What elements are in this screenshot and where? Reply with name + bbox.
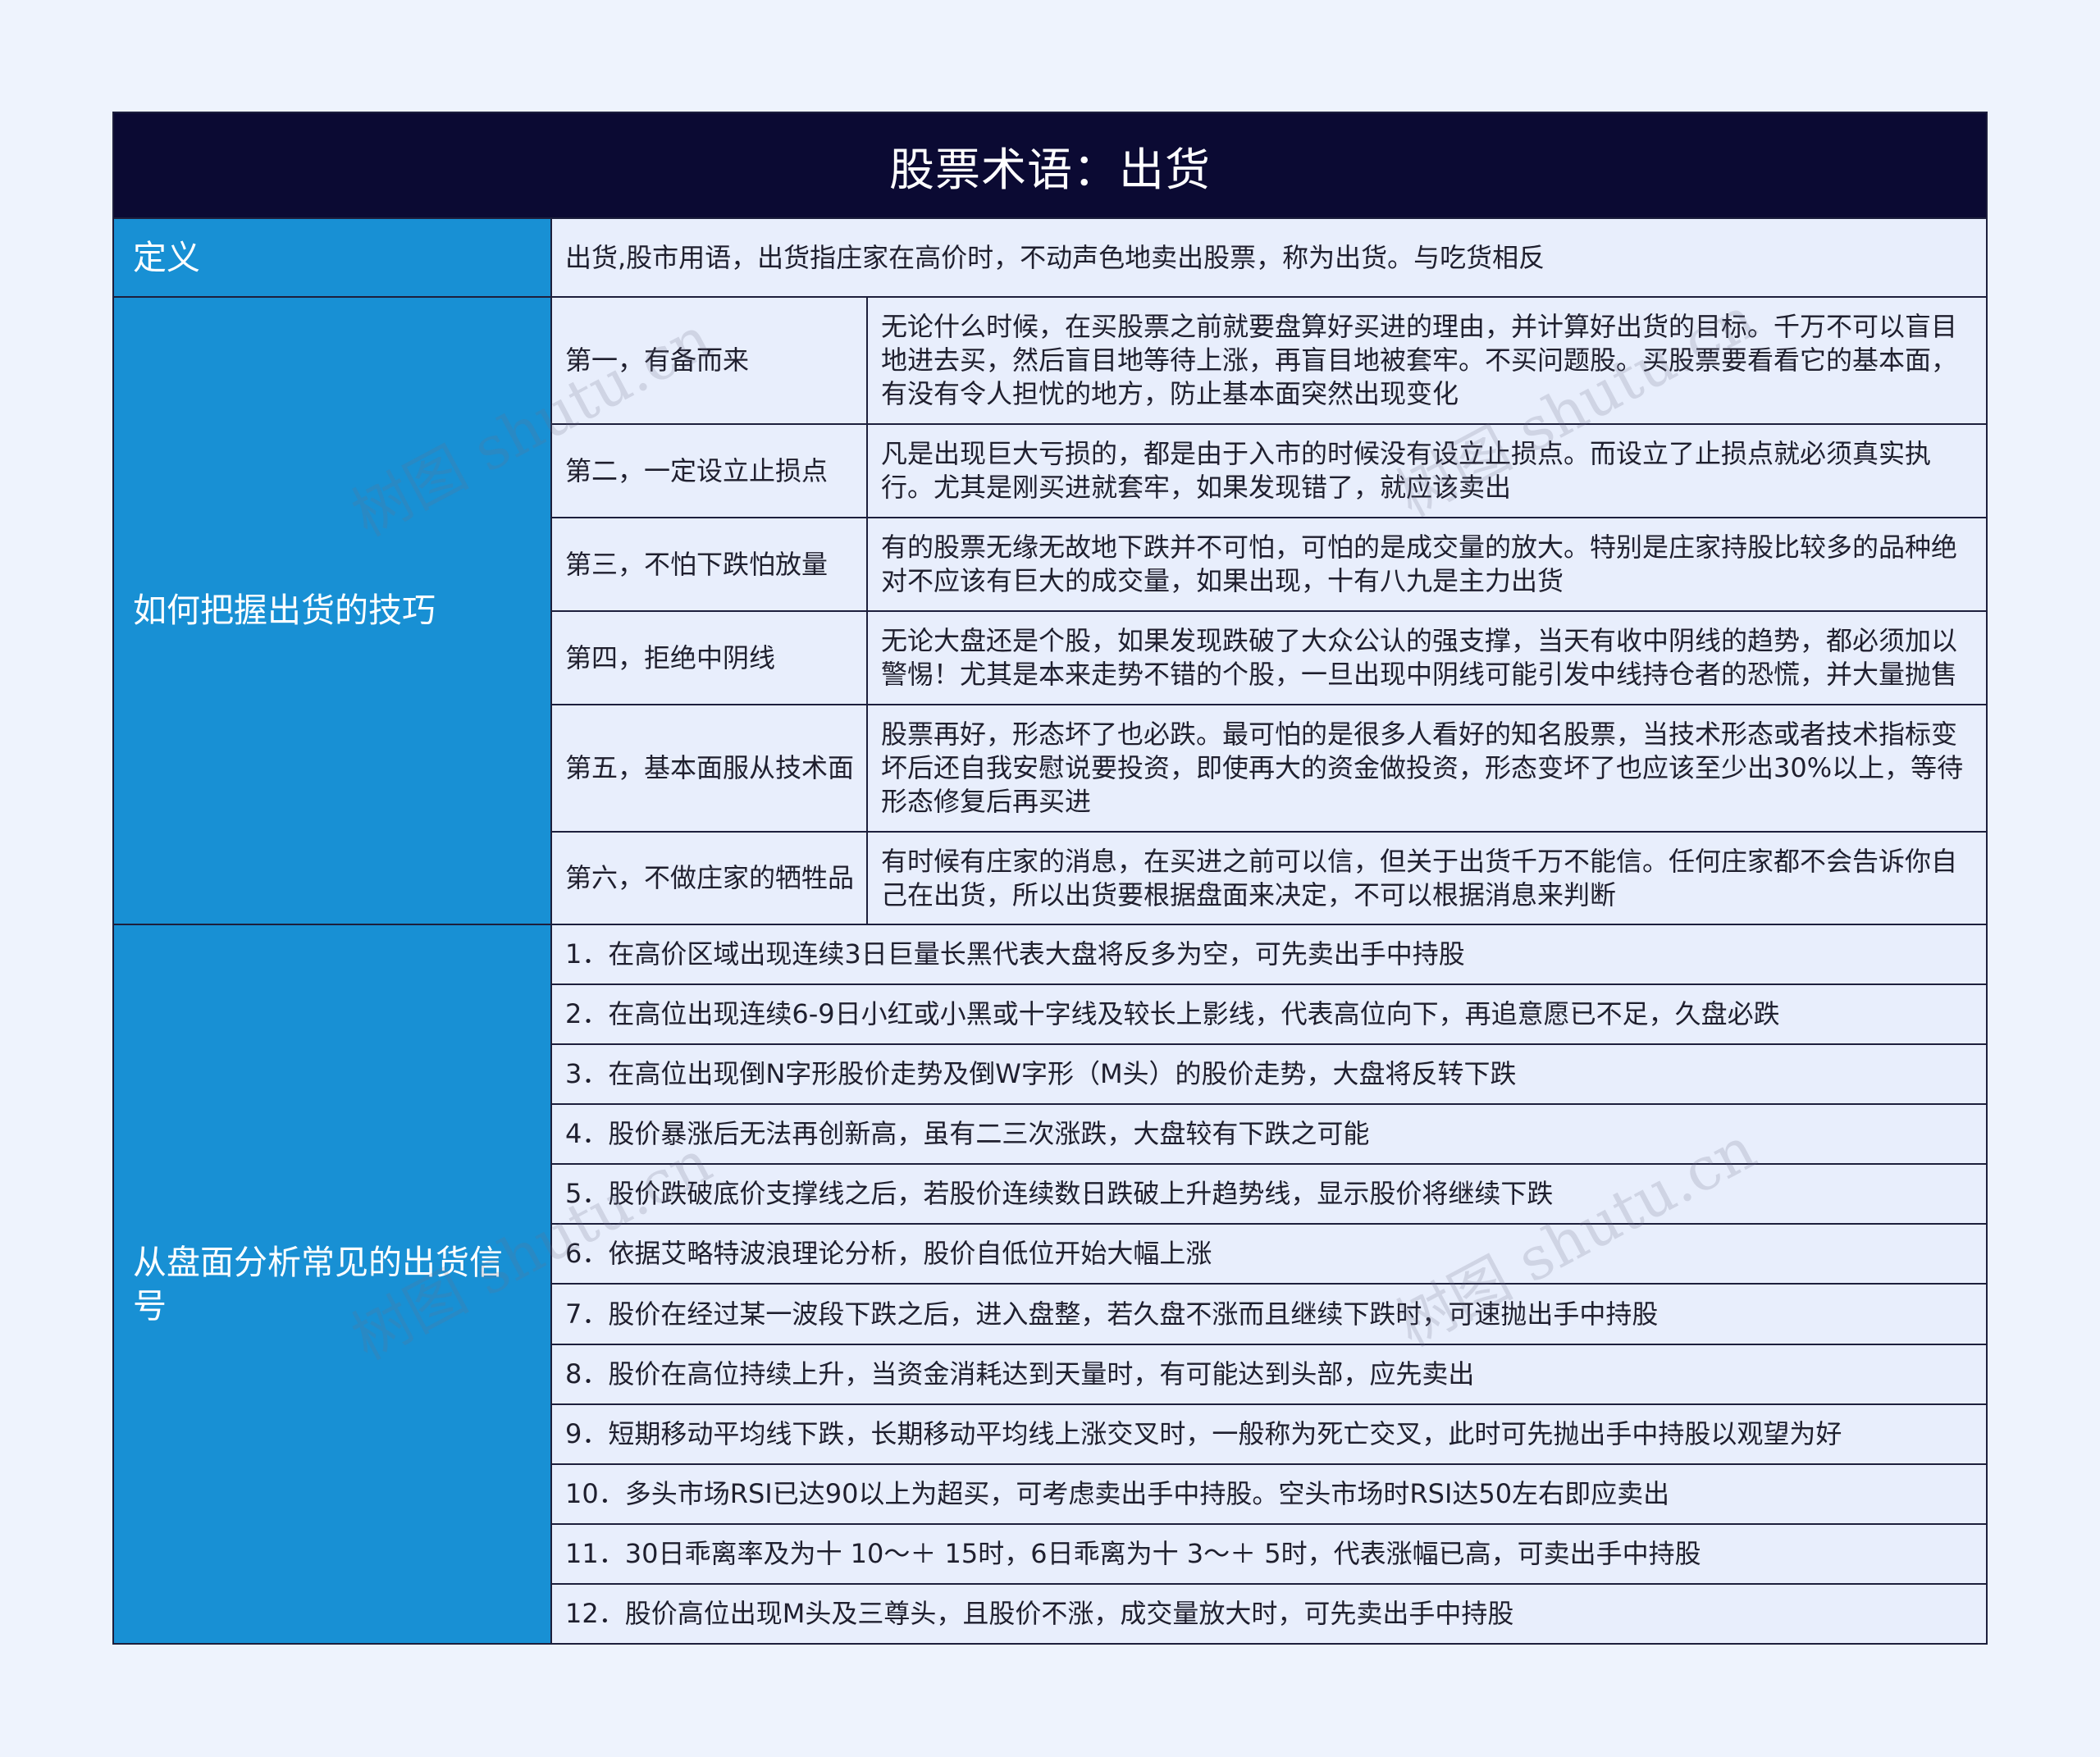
tip-title: 第二，一定设立止损点: [552, 425, 866, 517]
tips-list: 第一，有备而来 无论什么时候，在买股票之前就要盘算好买进的理由，并计算好出货的目…: [552, 298, 1986, 924]
tip-row: 第四，拒绝中阴线 无论大盘还是个股，如果发现跌破了大众公认的强支撑，当天有收中阴…: [552, 612, 1986, 704]
signal-row: 5．股价跌破底价支撑线之后，若股价连续数日跌破上升趋势线，显示股价将继续下跌: [552, 1165, 1986, 1224]
definition-text: 出货,股市用语，出货指庄家在高价时，不动声色地卖出股票，称为出货。与吃货相反: [552, 219, 1986, 296]
signal-row: 10．多头市场RSI已达90以上为超买，可考虑卖出手中持股。空头市场时RSI达5…: [552, 1464, 1986, 1523]
tip-title: 第四，拒绝中阴线: [552, 612, 866, 704]
tip-row: 第五，基本面服从技术面 股票再好，形态坏了也必跌。最可怕的是很多人看好的知名股票…: [552, 705, 1986, 831]
signal-row: 9．短期移动平均线下跌，长期移动平均线上涨交叉时，一般称为死亡交叉，此时可先抛出…: [552, 1404, 1986, 1463]
signal-text: 3．在高位出现倒N字形股价走势及倒W字形（M头）的股价走势，大盘将反转下跌: [552, 1045, 1986, 1104]
tip-text: 有的股票无缘无故地下跌并不可怕，可怕的是成交量的放大。特别是庄家持股比较多的品种…: [868, 518, 1986, 610]
tip-row: 第三，不怕下跌怕放量 有的股票无缘无故地下跌并不可怕，可怕的是成交量的放大。特别…: [552, 518, 1986, 610]
tip-title: 第五，基本面服从技术面: [552, 705, 866, 831]
tip-row: 第六，不做庄家的牺牲品 有时候有庄家的消息，在买进之前可以信，但关于出货千万不能…: [552, 833, 1986, 924]
tip-row: 第二，一定设立止损点 凡是出现巨大亏损的，都是由于入市的时候没有设立止损点。而设…: [552, 425, 1986, 517]
signal-row: 1．在高价区域出现连续3日巨量长黑代表大盘将反多为空，可先卖出手中持股: [552, 925, 1986, 984]
signal-text: 4．股价暴涨后无法再创新高，虽有二三次涨跌，大盘较有下跌之可能: [552, 1105, 1986, 1164]
signal-text: 12．股价高位出现M头及三尊头，且股价不涨，成交量放大时，可先卖出手中持股: [552, 1584, 1986, 1643]
signal-text: 9．短期移动平均线下跌，长期移动平均线上涨交叉时，一般称为死亡交叉，此时可先抛出…: [552, 1404, 1986, 1463]
signal-text: 10．多头市场RSI已达90以上为超买，可考虑卖出手中持股。空头市场时RSI达5…: [552, 1464, 1986, 1523]
tip-text: 无论什么时候，在买股票之前就要盘算好买进的理由，并计算好出货的目标。千万不可以盲…: [868, 298, 1986, 423]
signal-row: 6．依据艾略特波浪理论分析，股价自低位开始大幅上涨: [552, 1225, 1986, 1284]
tip-text: 无论大盘还是个股，如果发现跌破了大众公认的强支撑，当天有收中阴线的趋势，都必须加…: [868, 612, 1986, 704]
definition-row: 定义 出货,股市用语，出货指庄家在高价时，不动声色地卖出股票，称为出货。与吃货相…: [114, 219, 1986, 296]
signal-text: 6．依据艾略特波浪理论分析，股价自低位开始大幅上涨: [552, 1225, 1986, 1284]
signal-row: 7．股价在经过某一波段下跌之后，进入盘整，若久盘不涨而且继续下跌时，可速抛出手中…: [552, 1285, 1986, 1344]
signals-label: 从盘面分析常见的出货信号: [114, 925, 550, 1643]
signal-row: 12．股价高位出现M头及三尊头，且股价不涨，成交量放大时，可先卖出手中持股: [552, 1584, 1986, 1643]
signal-text: 7．股价在经过某一波段下跌之后，进入盘整，若久盘不涨而且继续下跌时，可速抛出手中…: [552, 1285, 1986, 1344]
signal-row: 11．30日乖离率及为十 10～＋ 15时，6日乖离为十 3～＋ 5时，代表涨幅…: [552, 1524, 1986, 1583]
signal-text: 8．股价在高位持续上升，当资金消耗达到天量时，有可能达到头部，应先卖出: [552, 1344, 1986, 1403]
page-title: 股票术语：出货: [888, 143, 1211, 196]
signal-text: 2．在高位出现连续6-9日小红或小黑或十字线及较长上影线，代表高位向下，再追意愿…: [552, 985, 1986, 1044]
signal-row: 8．股价在高位持续上升，当资金消耗达到天量时，有可能达到头部，应先卖出: [552, 1344, 1986, 1403]
page: 股票术语：出货 定义 出货,股市用语，出货指庄家在高价时，不动声色地卖出股票，称…: [0, 0, 2100, 1757]
signal-text: 1．在高价区域出现连续3日巨量长黑代表大盘将反多为空，可先卖出手中持股: [552, 925, 1986, 984]
signals-list: 1．在高价区域出现连续3日巨量长黑代表大盘将反多为空，可先卖出手中持股 2．在高…: [552, 925, 1986, 1643]
tips-row: 如何把握出货的技巧 第一，有备而来 无论什么时候，在买股票之前就要盘算好买进的理…: [114, 298, 1986, 924]
signal-row: 3．在高位出现倒N字形股价走势及倒W字形（M头）的股价走势，大盘将反转下跌: [552, 1045, 1986, 1104]
tip-text: 有时候有庄家的消息，在买进之前可以信，但关于出货千万不能信。任何庄家都不会告诉你…: [868, 833, 1986, 924]
tip-title: 第六，不做庄家的牺牲品: [552, 833, 866, 924]
tip-text: 股票再好，形态坏了也必跌。最可怕的是很多人看好的知名股票，当技术形态或者技术指标…: [868, 705, 1986, 831]
terms-table: 股票术语：出货 定义 出货,股市用语，出货指庄家在高价时，不动声色地卖出股票，称…: [112, 112, 1988, 1645]
tip-text: 凡是出现巨大亏损的，都是由于入市的时候没有设立止损点。而设立了止损点就必须真实执…: [868, 425, 1986, 517]
signals-row: 从盘面分析常见的出货信号 1．在高价区域出现连续3日巨量长黑代表大盘将反多为空，…: [114, 925, 1986, 1643]
title-bar: 股票术语：出货: [114, 113, 1986, 217]
signal-text: 11．30日乖离率及为十 10～＋ 15时，6日乖离为十 3～＋ 5时，代表涨幅…: [552, 1524, 1986, 1583]
signal-row: 2．在高位出现连续6-9日小红或小黑或十字线及较长上影线，代表高位向下，再追意愿…: [552, 985, 1986, 1044]
signal-text: 5．股价跌破底价支撑线之后，若股价连续数日跌破上升趋势线，显示股价将继续下跌: [552, 1165, 1986, 1224]
definition-label: 定义: [114, 219, 550, 296]
tips-label: 如何把握出货的技巧: [114, 298, 550, 924]
tip-title: 第三，不怕下跌怕放量: [552, 518, 866, 610]
tip-title: 第一，有备而来: [552, 298, 866, 423]
tip-row: 第一，有备而来 无论什么时候，在买股票之前就要盘算好买进的理由，并计算好出货的目…: [552, 298, 1986, 423]
signal-row: 4．股价暴涨后无法再创新高，虽有二三次涨跌，大盘较有下跌之可能: [552, 1105, 1986, 1164]
